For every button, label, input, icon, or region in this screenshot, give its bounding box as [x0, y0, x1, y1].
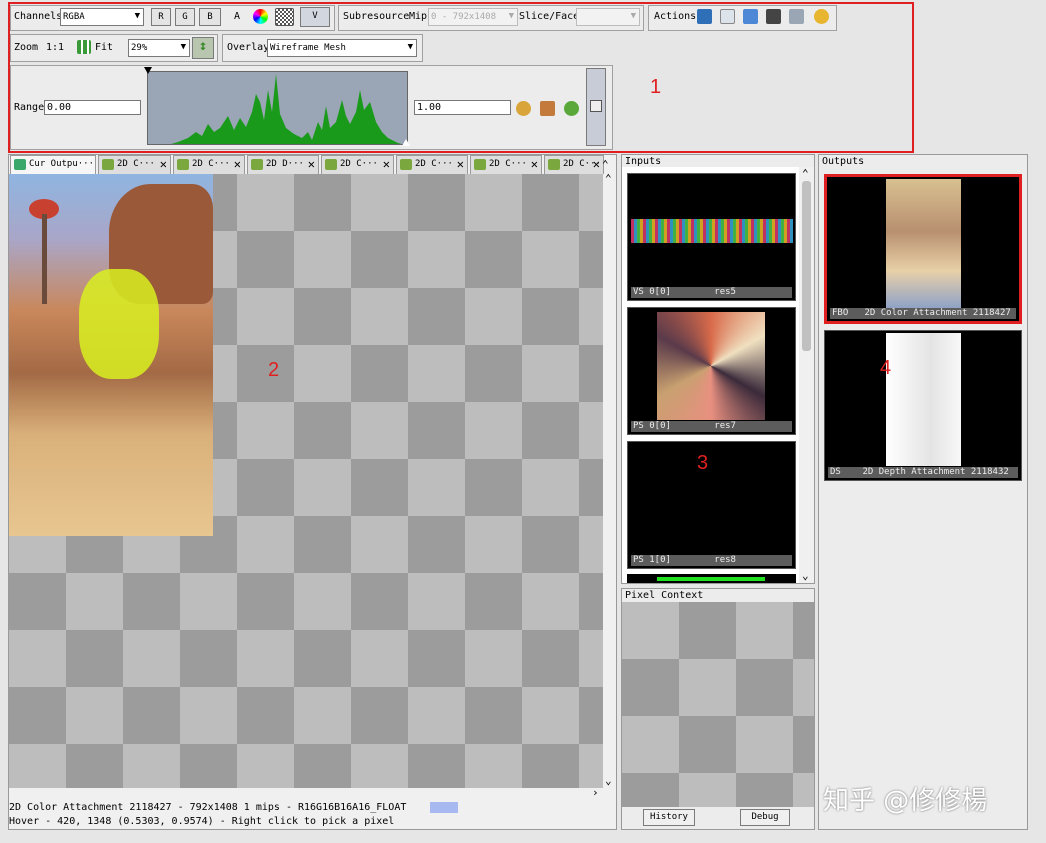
input-thumbnail-ps1[interactable]: PS 1[0] res8	[627, 441, 796, 569]
output-thumbnail-depth[interactable]: DS 2D Depth Attachment 2118432	[824, 330, 1022, 481]
texture-tab[interactable]: Cur Outpu···	[10, 155, 96, 174]
texture-icon	[251, 159, 263, 170]
annotation-1: 1	[650, 76, 662, 98]
texture-icon	[102, 159, 114, 170]
scroll-down-arrow[interactable]: ⌄	[605, 774, 612, 787]
input-caption: VS 0[0] res5	[631, 287, 792, 298]
outputs-title: Outputs	[822, 156, 865, 167]
inputs-scrollbar[interactable]: ⌃ ⌄	[799, 167, 814, 583]
texture-horizontal-scrollbar[interactable]: ›	[9, 786, 603, 800]
input-thumbnail-vs0[interactable]: VS 0[0] res5	[627, 173, 796, 301]
watermark: 知乎 @修修楊	[823, 786, 988, 816]
vertex-buffer-preview	[631, 219, 793, 243]
history-button[interactable]: History	[643, 809, 695, 826]
next-input-thumbnail-partial	[627, 574, 796, 583]
close-icon[interactable]: ✕	[593, 156, 600, 173]
inputs-title: Inputs	[625, 156, 662, 167]
wireframe-character	[79, 269, 159, 379]
tab-label: 2D C···	[192, 159, 230, 169]
output-thumbnail-color[interactable]: FBO 2D Color Attachment 2118427	[824, 174, 1022, 324]
texture-tab[interactable]: 2D C··· ✕	[98, 155, 171, 174]
scroll-right-arrow[interactable]: ›	[592, 786, 599, 799]
inputs-scroll-thumb[interactable]	[802, 181, 811, 351]
input-caption: PS 0[0] res7	[631, 421, 792, 432]
input-caption: PS 1[0] res8	[631, 555, 792, 566]
depth-attachment-preview	[886, 333, 961, 466]
annotation-3: 3	[697, 452, 709, 474]
scroll-down-arrow[interactable]: ⌄	[802, 569, 809, 582]
tabs-scroll-icon[interactable]: ⌃	[602, 158, 609, 171]
annotation-box-toolbar	[8, 2, 914, 153]
texture-tab[interactable]: 2D C··· ✕	[173, 155, 245, 174]
texture-icon	[400, 159, 412, 170]
texture-icon	[474, 159, 486, 170]
status-color-swatch	[430, 802, 458, 813]
scroll-up-arrow[interactable]: ⌃	[605, 172, 612, 185]
output-caption: DS 2D Depth Attachment 2118432	[828, 467, 1018, 478]
annotation-2: 2	[268, 359, 280, 381]
pixel-context-title: Pixel Context	[625, 590, 704, 601]
texture-tab[interactable]: 2D C··· ✕	[321, 155, 394, 174]
tab-label: Cur Outpu···	[29, 159, 95, 169]
texture-tab[interactable]: 2D D··· ✕	[247, 155, 319, 174]
scroll-up-arrow[interactable]: ⌃	[802, 167, 809, 180]
tab-label: 2D C···	[340, 159, 378, 169]
texture-vertical-scrollbar[interactable]: ⌃ ⌄	[603, 172, 616, 788]
input-thumbnail-ps0[interactable]: PS 0[0] res7	[627, 307, 796, 435]
texture-icon	[325, 159, 337, 170]
tree-trunk	[42, 214, 47, 304]
rendered-frame-image	[9, 174, 213, 536]
output-icon	[14, 159, 26, 170]
status-line-hover: Hover - 420, 1348 (0.5303, 0.9574) - Rig…	[9, 816, 395, 827]
tab-label: 2D C···	[489, 159, 527, 169]
close-icon[interactable]: ✕	[531, 156, 538, 173]
close-icon[interactable]: ✕	[160, 156, 167, 173]
texture-tab[interactable]: 2D C··· ✕	[544, 155, 604, 174]
annotation-4: 4	[880, 357, 892, 379]
texture-tab[interactable]: 2D C··· ✕	[396, 155, 468, 174]
texture-icon	[548, 159, 560, 170]
close-icon[interactable]: ✕	[383, 156, 390, 173]
output-caption: FBO 2D Color Attachment 2118427	[830, 308, 1016, 319]
texture-canvas[interactable]	[9, 174, 603, 788]
close-icon[interactable]: ✕	[457, 156, 464, 173]
close-icon[interactable]: ✕	[234, 156, 241, 173]
close-icon[interactable]: ✕	[308, 156, 315, 173]
color-attachment-preview	[886, 179, 961, 310]
tab-label: 2D D···	[266, 159, 304, 169]
texture-tab[interactable]: 2D C··· ✕	[470, 155, 542, 174]
texture-atlas-preview	[657, 312, 765, 420]
debug-button[interactable]: Debug	[740, 809, 790, 826]
pixel-context-canvas[interactable]	[622, 602, 814, 807]
texture-icon	[177, 159, 189, 170]
tab-label: 2D C···	[415, 159, 453, 169]
tab-label: 2D C···	[117, 159, 155, 169]
status-line-texture: 2D Color Attachment 2118427 - 792x1408 1…	[9, 802, 407, 813]
